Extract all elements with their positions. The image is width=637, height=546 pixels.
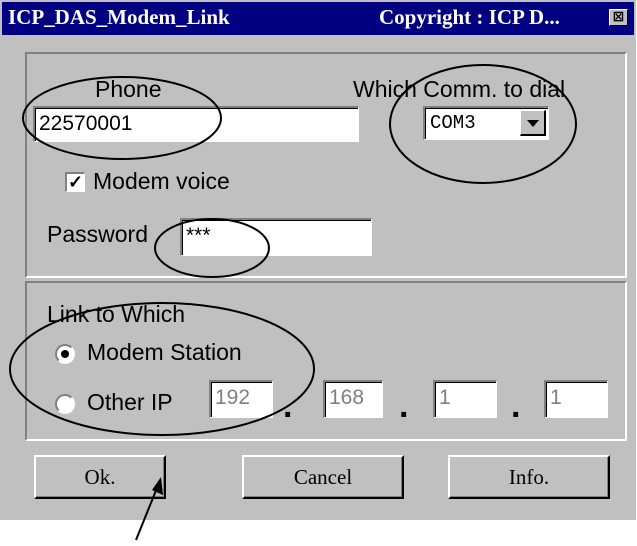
annotation-ellipse xyxy=(389,64,577,184)
annotation-overlay xyxy=(9,64,577,541)
annotation-ellipse xyxy=(154,218,270,278)
arrow-head-icon xyxy=(152,477,163,495)
annotation-ellipse xyxy=(9,302,315,436)
annotation-ellipse xyxy=(22,76,222,160)
